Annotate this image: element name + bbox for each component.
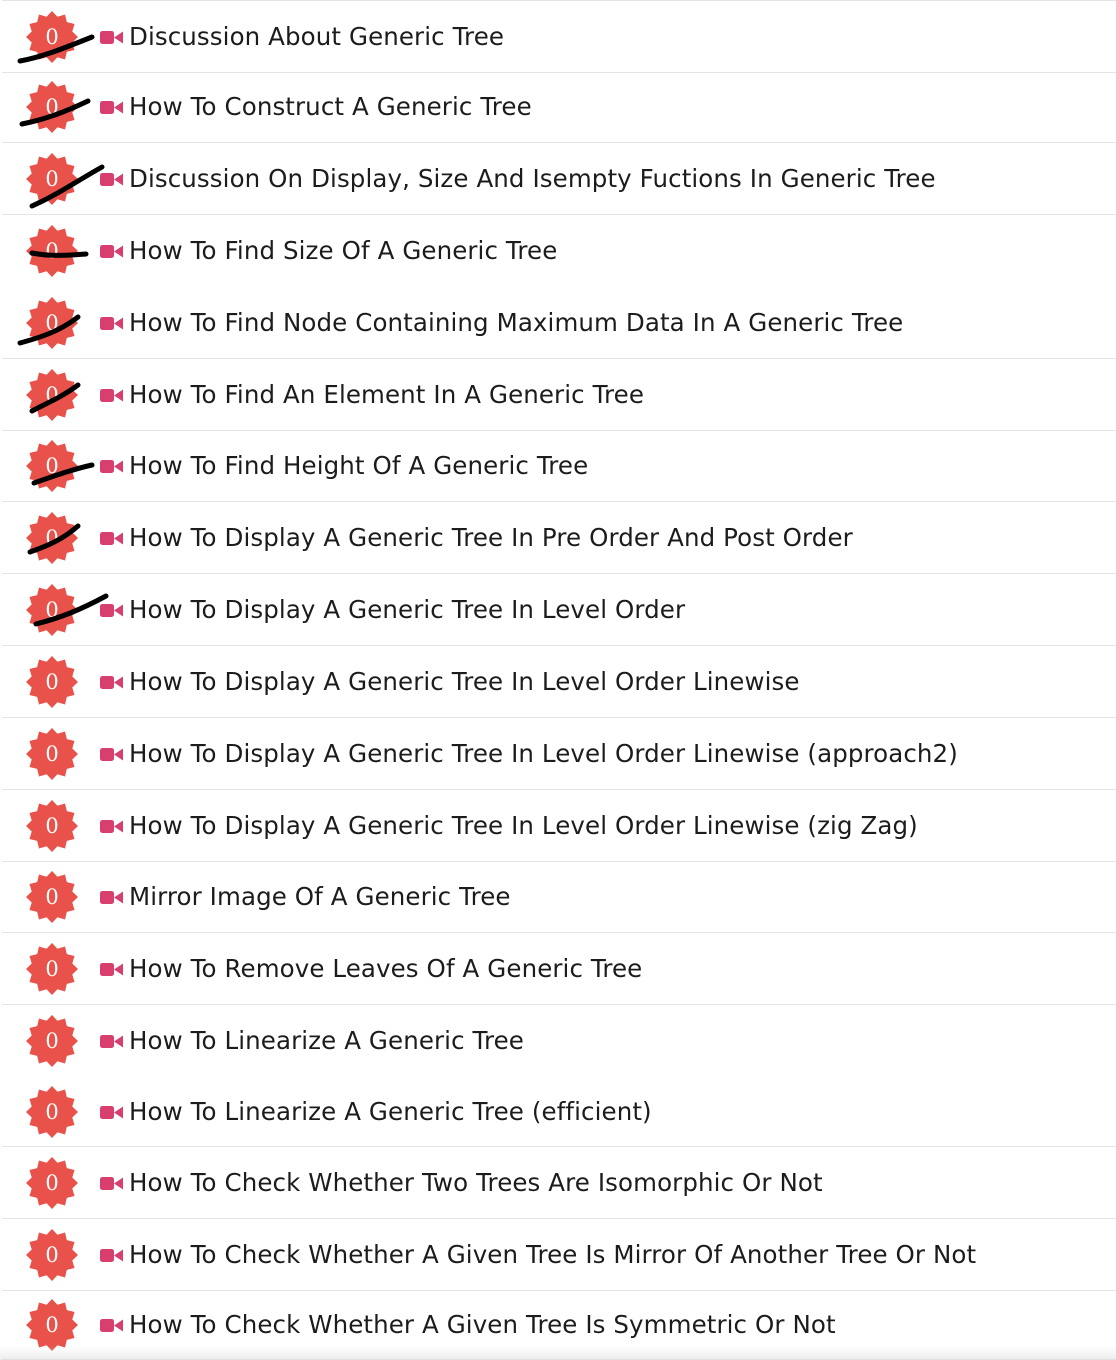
badge-count: 0 [45, 94, 59, 119]
video-camera-icon [100, 388, 124, 402]
badge-count: 0 [45, 885, 59, 909]
video-camera-icon [100, 460, 124, 473]
lecture-row[interactable]: 0 How To Remove Leaves Of A Generic Tree [2, 933, 1116, 1005]
video-camera-icon [100, 245, 124, 258]
lecture-row[interactable]: 0 How To Construct A Generic Tree [2, 71, 1116, 143]
lecture-row[interactable]: 0 Mirror Image Of A Generic Tree [2, 862, 1116, 933]
lecture-row[interactable]: 0 How To Find Node Containing Maximum Dat… [2, 287, 1116, 359]
lecture-row[interactable]: 0 How To Check Whether A Given Tree Is Mi… [2, 1219, 1116, 1291]
progress-badge: 0 [25, 655, 79, 709]
lecture-row[interactable]: 0 Discussion On Display, Size And Isempty… [2, 143, 1116, 215]
lecture-row[interactable]: 0 How To Display A Generic Tree In Pre Or… [2, 502, 1116, 574]
progress-badge: 0 [25, 1298, 79, 1352]
lecture-row[interactable]: 0 How To Display A Generic Tree In Level … [2, 646, 1116, 718]
badge-count: 0 [45, 310, 59, 335]
progress-badge: 0 [25, 439, 79, 493]
lecture-title-link[interactable]: How To Check Whether A Given Tree Is Sym… [129, 1310, 836, 1339]
progress-badge: 0 [25, 296, 79, 350]
lecture-row[interactable]: 0 How To Find Height Of A Generic Tree [2, 431, 1116, 502]
badge-count: 0 [45, 1029, 59, 1053]
video-camera-icon [100, 1176, 124, 1190]
progress-badge: 0 [25, 1014, 79, 1068]
lecture-title-link[interactable]: How To Find Size Of A Generic Tree [129, 236, 557, 265]
badge-count: 0 [45, 1170, 59, 1195]
progress-badge: 0 [25, 511, 79, 565]
video-camera-icon [100, 531, 124, 545]
lecture-row[interactable]: 0 How To Find An Element In A Generic Tre… [2, 359, 1116, 431]
lecture-row[interactable]: 0 How To Display A Generic Tree In Level … [2, 790, 1116, 862]
video-camera-icon [100, 1319, 124, 1332]
badge-count: 0 [45, 741, 59, 766]
video-camera-icon [100, 675, 124, 689]
video-camera-icon [100, 1035, 124, 1048]
lecture-title-link[interactable]: How To Find Height Of A Generic Tree [129, 451, 588, 480]
progress-badge: 0 [25, 942, 79, 996]
video-camera-icon [100, 30, 124, 44]
video-camera-icon [100, 316, 124, 330]
video-camera-icon [100, 747, 124, 761]
video-camera-icon [100, 819, 124, 833]
progress-badge: 0 [25, 583, 79, 637]
lecture-title-link[interactable]: How To Find An Element In A Generic Tree [129, 379, 644, 408]
progress-badge: 0 [25, 1228, 79, 1282]
lecture-title-link[interactable]: How To Display A Generic Tree In Level O… [129, 666, 800, 695]
progress-badge: 0 [25, 799, 79, 853]
lecture-row[interactable]: 0 How To Display A Generic Tree In Level … [2, 574, 1116, 646]
badge-count: 0 [45, 1099, 59, 1124]
lecture-title-link[interactable]: How To Find Node Containing Maximum Data… [129, 307, 903, 336]
progress-badge: 0 [25, 152, 79, 206]
lecture-title-link[interactable]: How To Linearize A Generic Tree [129, 1026, 524, 1055]
progress-badge: 0 [25, 80, 79, 134]
lecture-title-link[interactable]: How To Linearize A Generic Tree (efficie… [129, 1096, 652, 1125]
video-camera-icon [100, 1105, 124, 1119]
lecture-title-link[interactable]: Discussion On Display, Size And Isempty … [129, 163, 936, 192]
badge-count: 0 [45, 597, 59, 622]
badge-count: 0 [45, 1242, 59, 1267]
progress-badge: 0 [25, 1156, 79, 1210]
video-camera-icon [100, 1248, 124, 1262]
video-camera-icon [100, 891, 124, 904]
badge-count: 0 [45, 24, 59, 49]
badge-count: 0 [45, 166, 59, 191]
lecture-title-link[interactable]: How To Display A Generic Tree In Level O… [129, 738, 958, 767]
lecture-title-link[interactable]: How To Check Whether Two Trees Are Isomo… [129, 1167, 823, 1196]
badge-count: 0 [45, 813, 59, 838]
lecture-title-link[interactable]: How To Display A Generic Tree In Level O… [129, 810, 918, 839]
lecture-row[interactable]: 0 How To Display A Generic Tree In Level … [2, 718, 1116, 790]
video-camera-icon [100, 962, 124, 976]
badge-count: 0 [45, 669, 59, 694]
lecture-row[interactable]: 0 How To Find Size Of A Generic Tree [2, 215, 1116, 287]
lecture-title-link[interactable]: How To Display A Generic Tree In Pre Ord… [129, 522, 853, 551]
badge-count: 0 [45, 382, 59, 407]
lecture-title-link[interactable]: Discussion About Generic Tree [129, 21, 504, 50]
lecture-title-link[interactable]: How To Remove Leaves Of A Generic Tree [129, 953, 642, 982]
video-camera-icon [100, 100, 124, 114]
lecture-row[interactable]: 0 How To Linearize A Generic Tree [2, 1005, 1116, 1077]
progress-badge: 0 [25, 10, 79, 64]
badge-count: 0 [45, 454, 59, 478]
badge-count: 0 [45, 239, 59, 263]
progress-badge: 0 [25, 727, 79, 781]
progress-badge: 0 [25, 870, 79, 924]
video-camera-icon [100, 172, 124, 186]
bottom-edge-shadow [0, 1346, 1116, 1360]
lecture-row[interactable]: 0 Discussion About Generic Tree [2, 0, 1116, 73]
lecture-row[interactable]: 0 How To Check Whether Two Trees Are Isom… [2, 1147, 1116, 1219]
lecture-title-link[interactable]: Mirror Image Of A Generic Tree [129, 882, 511, 911]
video-camera-icon [100, 603, 124, 617]
badge-count: 0 [45, 1313, 59, 1337]
lecture-title-link[interactable]: How To Construct A Generic Tree [129, 91, 532, 120]
lecture-list: 0 Discussion About Generic Tree 0 How To Co… [0, 0, 1116, 1360]
progress-badge: 0 [25, 368, 79, 422]
badge-count: 0 [45, 956, 59, 981]
progress-badge: 0 [25, 224, 79, 278]
badge-count: 0 [45, 525, 59, 550]
lecture-row[interactable]: 0 How To Linearize A Generic Tree (effici… [2, 1077, 1116, 1147]
lecture-title-link[interactable]: How To Display A Generic Tree In Level O… [129, 594, 685, 623]
progress-badge: 0 [25, 1085, 79, 1139]
lecture-title-link[interactable]: How To Check Whether A Given Tree Is Mir… [129, 1239, 976, 1268]
